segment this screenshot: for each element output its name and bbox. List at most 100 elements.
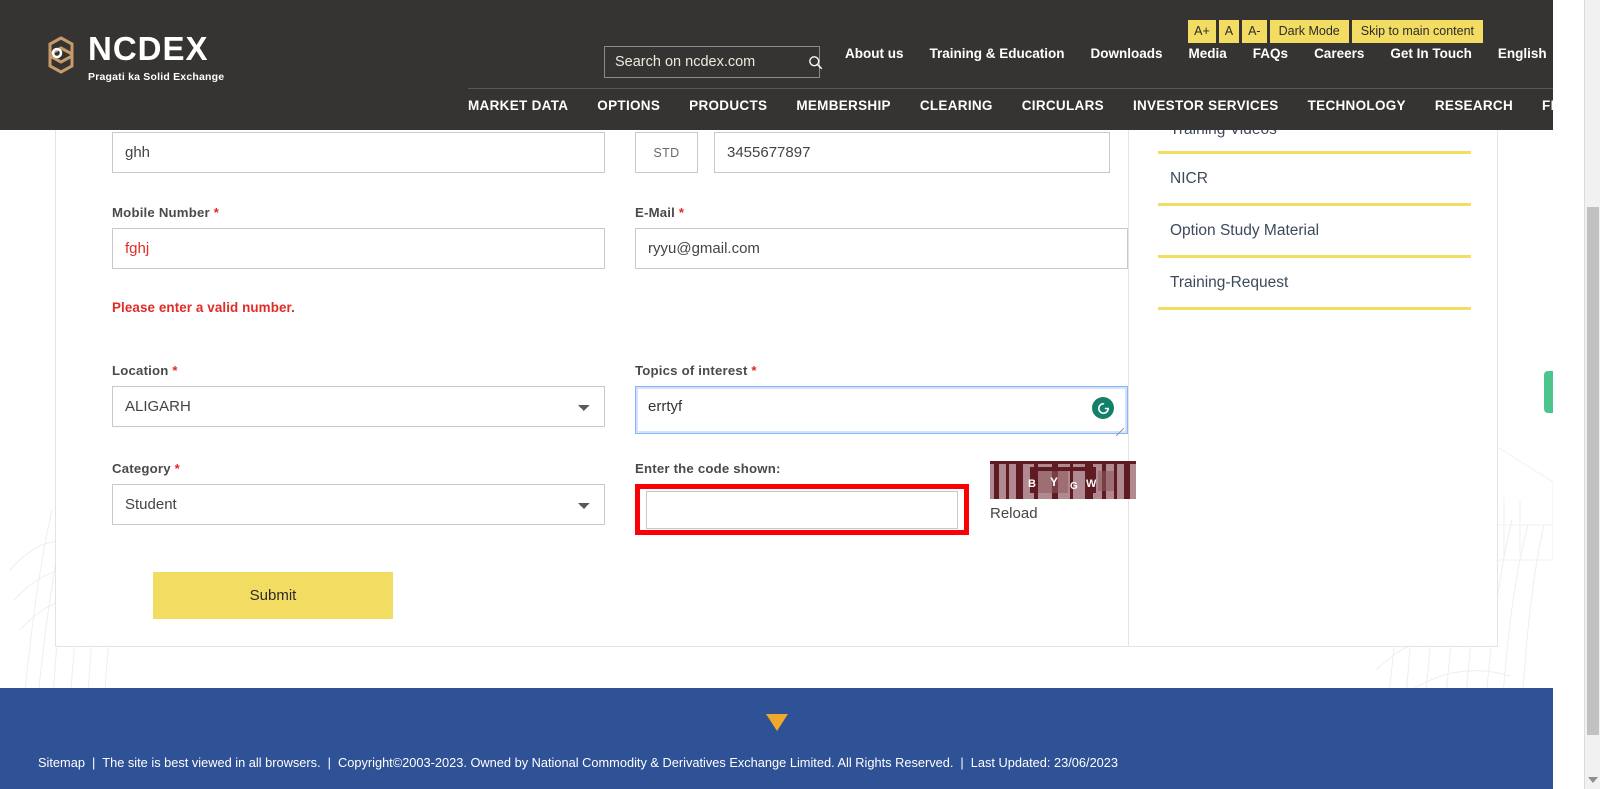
nav-media[interactable]: Media [1189, 46, 1227, 61]
font-normal-button[interactable]: A [1218, 20, 1240, 43]
scroll-to-top-icon[interactable] [765, 714, 788, 731]
required-asterisk: * [174, 461, 180, 476]
captcha-reload-link[interactable]: Reload [990, 505, 1136, 522]
grammarly-icon[interactable] [1092, 397, 1114, 419]
mainnav-membership[interactable]: MEMBERSHIP [796, 98, 891, 113]
mainnav-technology[interactable]: TECHNOLOGY [1308, 98, 1406, 113]
main-nav: MARKET DATA OPTIONS PRODUCTS MEMBERSHIP … [468, 88, 1570, 113]
nav-get-in-touch[interactable]: Get In Touch [1390, 46, 1472, 61]
mainnav-market-data[interactable]: MARKET DATA [468, 98, 568, 113]
chevron-down-icon [1552, 50, 1563, 57]
mobile-label: Mobile Number * [112, 205, 605, 220]
nav-training-education[interactable]: Training & Education [930, 46, 1065, 61]
mobile-validation-error: Please enter a valid number. [112, 300, 295, 315]
sidebar-item-training-request[interactable]: Training-Request [1158, 258, 1471, 310]
nav-faqs[interactable]: FAQs [1253, 46, 1288, 61]
name-input[interactable] [112, 132, 605, 173]
nav-careers[interactable]: Careers [1314, 46, 1364, 61]
search-icon[interactable] [808, 55, 823, 70]
captcha-image: B Y G W [990, 461, 1136, 499]
std-code-label: STD [635, 132, 698, 173]
topics-textarea-wrapper [635, 386, 1128, 439]
mainnav-clearing[interactable]: CLEARING [920, 98, 993, 113]
mainnav-research[interactable]: RESEARCH [1435, 98, 1513, 113]
skip-to-main-content-link[interactable]: Skip to main content [1351, 20, 1483, 43]
required-asterisk: * [172, 363, 178, 378]
svg-text:W: W [1086, 478, 1097, 490]
language-label: English [1497, 46, 1547, 61]
topics-textarea[interactable] [635, 386, 1128, 434]
scrollbar-down-arrow-icon[interactable] [1588, 777, 1598, 783]
footer-separator-2: | [327, 755, 331, 770]
location-label: Location * [112, 363, 605, 378]
email-field-group: E-Mail * [635, 205, 1128, 269]
utility-nav: About us Training & Education Downloads … [845, 46, 1563, 61]
sidebar-item-nicr[interactable]: NICR [1158, 154, 1471, 206]
mainnav-circulars[interactable]: CIRCULARS [1022, 98, 1104, 113]
telephone-input[interactable] [714, 132, 1110, 173]
ncdex-logo-icon [44, 36, 78, 74]
site-footer: Sitemap | The site is best viewed in all… [0, 688, 1553, 789]
mainnav-investor-services[interactable]: INVESTOR SERVICES [1133, 98, 1279, 113]
nav-about-us[interactable]: About us [845, 46, 904, 61]
category-label: Category * [112, 461, 605, 476]
footer-links: Sitemap | The site is best viewed in all… [0, 755, 1553, 770]
name-field-group [112, 132, 605, 173]
captcha-input[interactable] [646, 490, 958, 529]
submit-button[interactable]: Submit [153, 572, 393, 619]
site-header: NCDEX Pragati ka Solid Exchange A+ A A- … [0, 0, 1570, 130]
topics-label-text: Topics of interest [635, 363, 748, 378]
captcha-field-group: Enter the code shown: B Y G W Reload [635, 461, 1136, 535]
logo-tagline: Pragati ka Solid Exchange [88, 71, 225, 83]
email-label-text: E-Mail [635, 205, 676, 220]
footer-copyright-text: Copyright©2003-2023. Owned by National C… [337, 755, 954, 770]
required-asterisk: * [678, 205, 685, 220]
footer-browsers-text: The site is best viewed in all browsers. [102, 755, 321, 770]
svg-text:B: B [1028, 478, 1036, 490]
search-input[interactable] [605, 47, 808, 77]
topics-label: Topics of interest * [635, 363, 1128, 378]
category-select[interactable]: Student [112, 484, 605, 525]
nav-downloads[interactable]: Downloads [1091, 46, 1163, 61]
category-label-text: Category [112, 461, 171, 476]
email-label: E-Mail * [635, 205, 1128, 220]
mainnav-fpo[interactable]: FPO [1542, 98, 1571, 113]
topics-field-group: Topics of interest * [635, 363, 1128, 439]
sidebar-item-option-study-material[interactable]: Option Study Material [1158, 206, 1471, 258]
font-increase-button[interactable]: A+ [1188, 20, 1216, 43]
svg-text:Y: Y [1050, 475, 1058, 489]
svg-text:G: G [1070, 481, 1078, 492]
mainnav-products[interactable]: PRODUCTS [689, 98, 767, 113]
logo-title: NCDEX [88, 30, 209, 67]
location-select[interactable]: ALIGARH [112, 386, 605, 427]
location-label-text: Location [112, 363, 169, 378]
scrollbar-thumb[interactable] [1587, 207, 1599, 735]
required-asterisk: * [751, 363, 757, 378]
content-card: STD Mobile Number * E-Mail * Ple [55, 121, 1499, 647]
language-selector[interactable]: English [1498, 46, 1563, 61]
category-field-group: Category * Student [112, 461, 605, 525]
mobile-field-group: Mobile Number * [112, 205, 605, 269]
ncdex-logo[interactable]: NCDEX Pragati ka Solid Exchange [44, 32, 224, 83]
footer-last-updated-text: Last Updated: 23/06/2023 [970, 755, 1119, 770]
footer-separator-3: | [960, 755, 964, 770]
page-scrollbar[interactable] [1584, 0, 1600, 789]
dark-mode-button[interactable]: Dark Mode [1269, 20, 1349, 43]
page-root: NCDEX Pragati ka Solid Exchange A+ A A- … [0, 0, 1600, 789]
footer-sitemap-link[interactable]: Sitemap [38, 755, 85, 770]
mobile-label-text: Mobile Number [112, 205, 210, 220]
feedback-tab[interactable] [1544, 371, 1553, 413]
location-field-group: Location * ALIGARH [112, 363, 605, 427]
mainnav-options[interactable]: OPTIONS [597, 98, 660, 113]
mobile-input[interactable] [112, 228, 605, 269]
required-asterisk: * [213, 205, 220, 220]
training-request-form: STD Mobile Number * E-Mail * Ple [84, 130, 1136, 646]
footer-separator-1: | [91, 755, 96, 770]
captcha-input-highlight [635, 484, 969, 535]
textarea-resize-handle[interactable] [1116, 428, 1124, 436]
email-input[interactable] [635, 228, 1128, 269]
telephone-field-group: STD [635, 132, 1128, 173]
font-decrease-button[interactable]: A- [1242, 20, 1267, 43]
site-search[interactable] [604, 46, 823, 78]
related-links-sidebar: Training Videos NICR Option Study Materi… [1130, 121, 1499, 646]
